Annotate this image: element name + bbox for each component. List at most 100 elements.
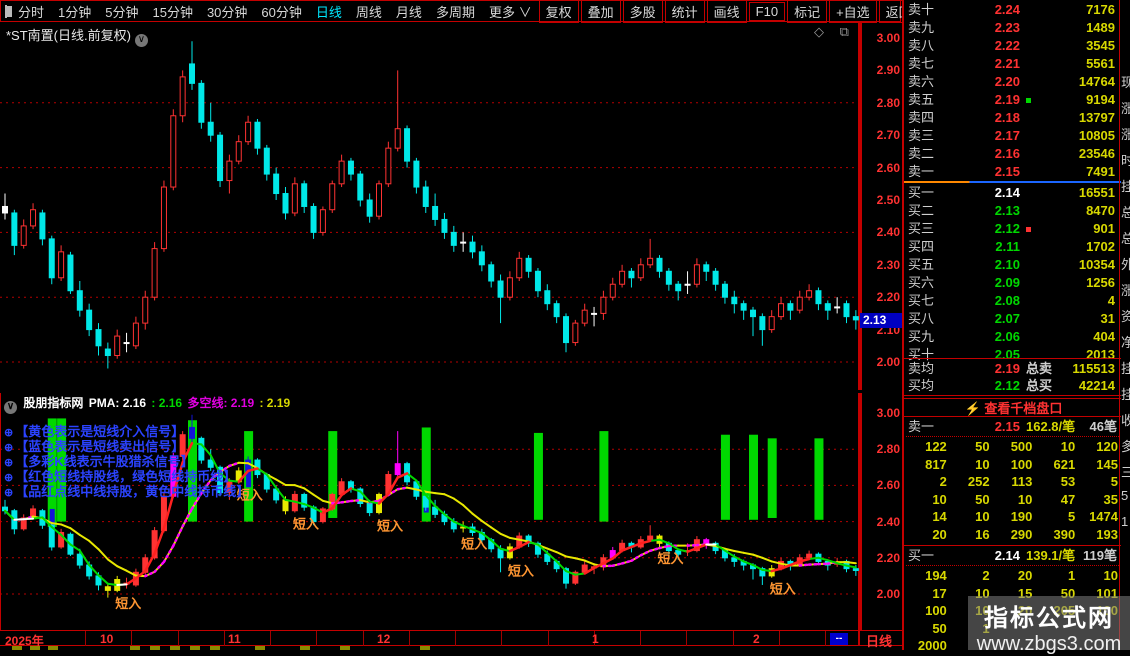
- sell-row[interactable]: 卖九2.231489: [904, 19, 1121, 37]
- detail-cell: 50: [947, 491, 990, 509]
- period-tab-更多 ∨[interactable]: 更多 ∨: [482, 2, 539, 21]
- sell-row[interactable]: 卖十2.247176: [904, 1, 1121, 19]
- order-row-label: 买七: [908, 292, 934, 310]
- period-tab-15分钟[interactable]: 15分钟: [145, 2, 199, 21]
- order-row-volume: 23546: [1025, 145, 1115, 163]
- pma-value: : 2.16: [151, 396, 182, 410]
- order-row-label: 买八: [908, 310, 934, 328]
- period-tab-60分钟[interactable]: 60分钟: [254, 2, 308, 21]
- order-row-volume: 10354: [1025, 256, 1115, 274]
- detail-cell: 390: [1032, 526, 1075, 544]
- detail-cell: 35: [1075, 491, 1118, 509]
- period-tab-5分钟[interactable]: 5分钟: [98, 2, 145, 21]
- sell-row[interactable]: 卖二2.1623546: [904, 145, 1121, 163]
- order-row-label: 买三: [908, 220, 934, 238]
- sell-row[interactable]: 卖四2.1813797: [904, 109, 1121, 127]
- range-box[interactable]: --: [830, 633, 848, 645]
- axis-tick-mark: [316, 631, 317, 646]
- sell-row[interactable]: 卖一2.157491: [904, 163, 1121, 181]
- clipped-char: 外: [1121, 254, 1130, 273]
- clipped-mark: [12, 646, 22, 650]
- clipped-char: 涨: [1121, 124, 1130, 143]
- qiandang-link[interactable]: ⚡ 查看千档盘口: [904, 398, 1121, 417]
- window-panel-icon[interactable]: [5, 5, 7, 18]
- buy-row[interactable]: 买七2.084: [904, 292, 1121, 310]
- period-tab-1分钟[interactable]: 1分钟: [51, 2, 98, 21]
- detail-head-count: 46笔: [1090, 419, 1117, 435]
- buy-row[interactable]: 买五2.1010354: [904, 256, 1121, 274]
- period-tab-周线[interactable]: 周线: [349, 2, 389, 21]
- section-separator: [904, 545, 1121, 546]
- main-candle-chart[interactable]: [0, 22, 860, 390]
- sell-row[interactable]: 卖五2.199194: [904, 91, 1121, 109]
- axis-tick-mark: [85, 631, 86, 646]
- detail-cell: 10: [1075, 567, 1118, 585]
- indicator-header: ∨ 股朋指标网 PMA: 2.16 : 2.16 多空线: 2.19 : 2.1…: [4, 394, 292, 414]
- buy-row[interactable]: 买八2.0731: [904, 310, 1121, 328]
- top-toolbar: 分时1分钟5分钟15分钟30分钟60分钟日线周线月线多周期更多 ∨ 复权叠加多股…: [0, 0, 901, 22]
- tool-button-多股[interactable]: 多股: [623, 0, 663, 23]
- order-row-label: 卖七: [908, 55, 934, 73]
- axis-tick-mark: [686, 631, 687, 646]
- order-row-price: 2.14: [962, 184, 1020, 202]
- order-book-panel: 卖十2.247176卖九2.231489卖八2.223545卖七2.215561…: [902, 0, 1121, 650]
- buy-row[interactable]: 买四2.111702: [904, 238, 1121, 256]
- total-volume: 115513: [1025, 360, 1115, 378]
- watermark-url: www.zbgs3.com: [968, 633, 1130, 656]
- detail-head-per: 162.8/笔: [1026, 419, 1075, 435]
- tool-button-+自选[interactable]: +自选: [829, 0, 877, 23]
- period-tab-月线[interactable]: 月线: [389, 2, 429, 21]
- tool-button-画线[interactable]: 画线: [707, 0, 747, 23]
- tool-button-叠加[interactable]: 叠加: [581, 0, 621, 23]
- indicator-chevron-icon[interactable]: ∨: [4, 401, 17, 414]
- tool-button-标记[interactable]: 标记: [787, 0, 827, 23]
- buy-row[interactable]: 买三2.12901: [904, 220, 1121, 238]
- duokong-value: : 2.19: [259, 396, 290, 410]
- period-tab-日线[interactable]: 日线: [309, 2, 349, 21]
- period-tab-多周期[interactable]: 多周期: [429, 2, 482, 21]
- sell-row[interactable]: 卖六2.2014764: [904, 73, 1121, 91]
- signal-label: 短入: [770, 582, 796, 597]
- tool-button-统计[interactable]: 统计: [665, 0, 705, 23]
- tool-button-复权[interactable]: 复权: [539, 0, 579, 23]
- period-tab-分时[interactable]: 分时: [11, 2, 51, 21]
- signal-label: 短入: [293, 517, 319, 532]
- lightning-icon: ⚡: [965, 401, 981, 416]
- detail-cell: 817: [904, 456, 947, 474]
- period-tab-30分钟[interactable]: 30分钟: [200, 2, 254, 21]
- duokong-label: 多空线: 2.19: [187, 396, 254, 410]
- sell-row[interactable]: 卖三2.1710805: [904, 127, 1121, 145]
- month-label: 1: [592, 632, 599, 646]
- detail-row: 2252113535: [904, 473, 1118, 491]
- axis-tick: 2.90: [877, 63, 900, 77]
- buy-row[interactable]: 买九2.06404: [904, 328, 1121, 346]
- time-axis: 2025年10111212--: [0, 630, 902, 646]
- month-label: 2: [753, 632, 760, 646]
- sell-row[interactable]: 卖七2.215561: [904, 55, 1121, 73]
- axis-tick: 3.00: [877, 406, 900, 420]
- order-row-volume: 404: [1025, 328, 1115, 346]
- indicator-price-axis: 3.002.802.602.402.202.00: [860, 393, 904, 630]
- detail-cell: 252: [947, 473, 990, 491]
- indicator-chart[interactable]: 短入短入短入短入短入短入短入短入: [0, 393, 860, 630]
- title-chevron-icon[interactable]: ∨: [135, 34, 148, 47]
- order-row-price: 2.12: [962, 220, 1020, 238]
- order-row-volume: 10805: [1025, 127, 1115, 145]
- detail-cell: 5: [1075, 473, 1118, 491]
- clipped-edge-column: 现涨涨时挂总总外涨资净挂挂收多三51: [1119, 0, 1130, 650]
- order-row-volume: 3545: [1025, 37, 1115, 55]
- axis-tick: 2.70: [877, 128, 900, 142]
- tool-button-F10[interactable]: F10: [749, 2, 785, 21]
- weibi-bar: [904, 181, 1121, 183]
- signal-label: 短入: [115, 596, 141, 611]
- detail-cell: 20: [990, 567, 1033, 585]
- chart-corner-icons[interactable]: ◇ ⧉: [814, 24, 855, 40]
- order-row-price: 2.07: [962, 310, 1020, 328]
- buy-one-row[interactable]: 买一2.1416551: [904, 184, 1121, 202]
- buy-row[interactable]: 买六2.091256: [904, 274, 1121, 292]
- sell-row[interactable]: 卖八2.223545: [904, 37, 1121, 55]
- detail-cell: 17: [904, 585, 947, 603]
- buy-row[interactable]: 买二2.138470: [904, 202, 1121, 220]
- clipped-mark: [170, 646, 180, 650]
- detail-row: 194220110: [904, 567, 1118, 585]
